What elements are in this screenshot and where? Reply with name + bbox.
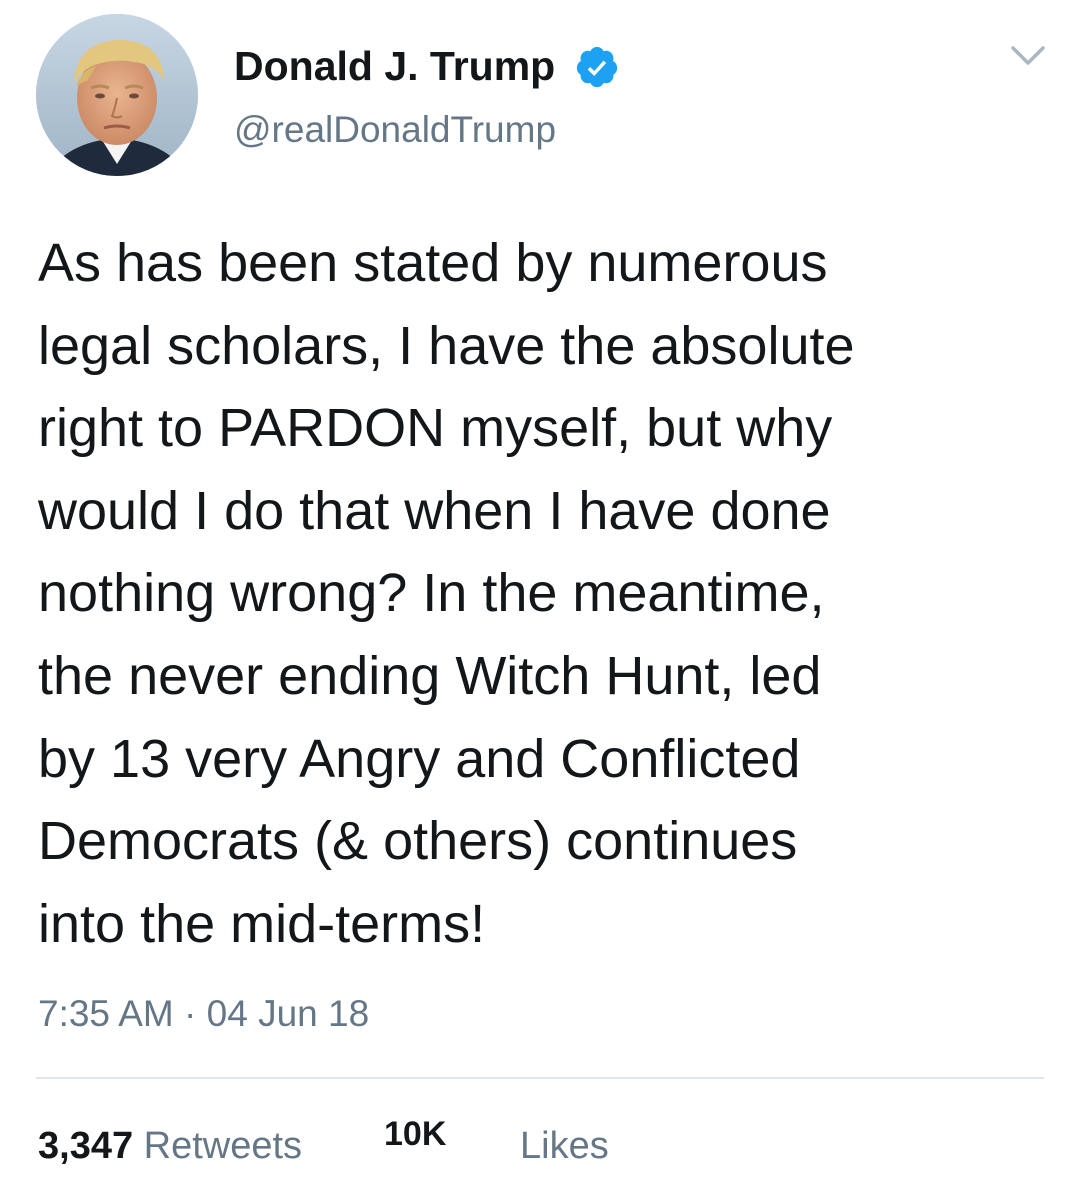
divider	[36, 1077, 1044, 1079]
likes-count[interactable]: 10K	[384, 1106, 446, 1162]
tweet-card: Donald J. Trump @realDonaldTrump As has …	[0, 0, 1080, 1188]
avatar[interactable]	[36, 14, 198, 176]
likes-label[interactable]: Likes	[520, 1118, 609, 1174]
retweets-count: 3,347	[38, 1125, 134, 1167]
author-display-name[interactable]: Donald J. Trump	[234, 36, 555, 96]
author-handle[interactable]: @realDonaldTrump	[234, 102, 556, 158]
tweet-timestamp[interactable]: 7:35 AM · 04 Jun 18	[38, 988, 369, 1040]
retweets-label: Retweets	[143, 1125, 303, 1167]
verified-badge-icon	[576, 46, 618, 88]
retweets-stat[interactable]: 3,347 Retweets	[38, 1118, 302, 1174]
chevron-down-icon[interactable]	[1010, 44, 1046, 70]
tweet-text: As has been stated by numerous legal sch…	[38, 233, 855, 954]
